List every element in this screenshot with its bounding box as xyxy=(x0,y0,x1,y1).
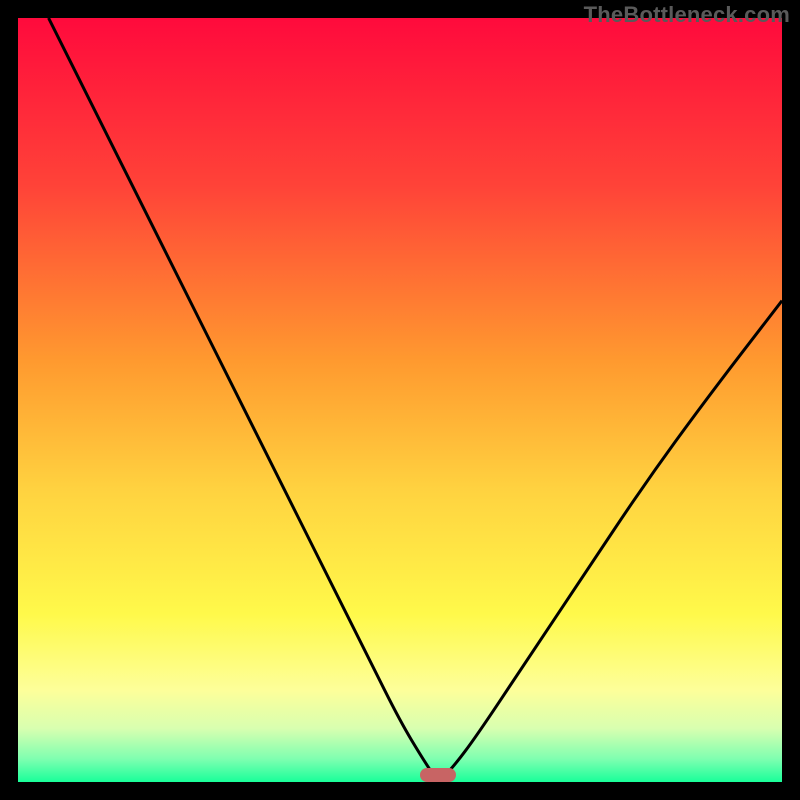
optimum-marker xyxy=(420,768,456,782)
plot-area xyxy=(18,18,782,782)
chart-frame: TheBottleneck.com xyxy=(0,0,800,800)
watermark-text: TheBottleneck.com xyxy=(584,2,790,28)
bottleneck-curve xyxy=(18,18,782,782)
